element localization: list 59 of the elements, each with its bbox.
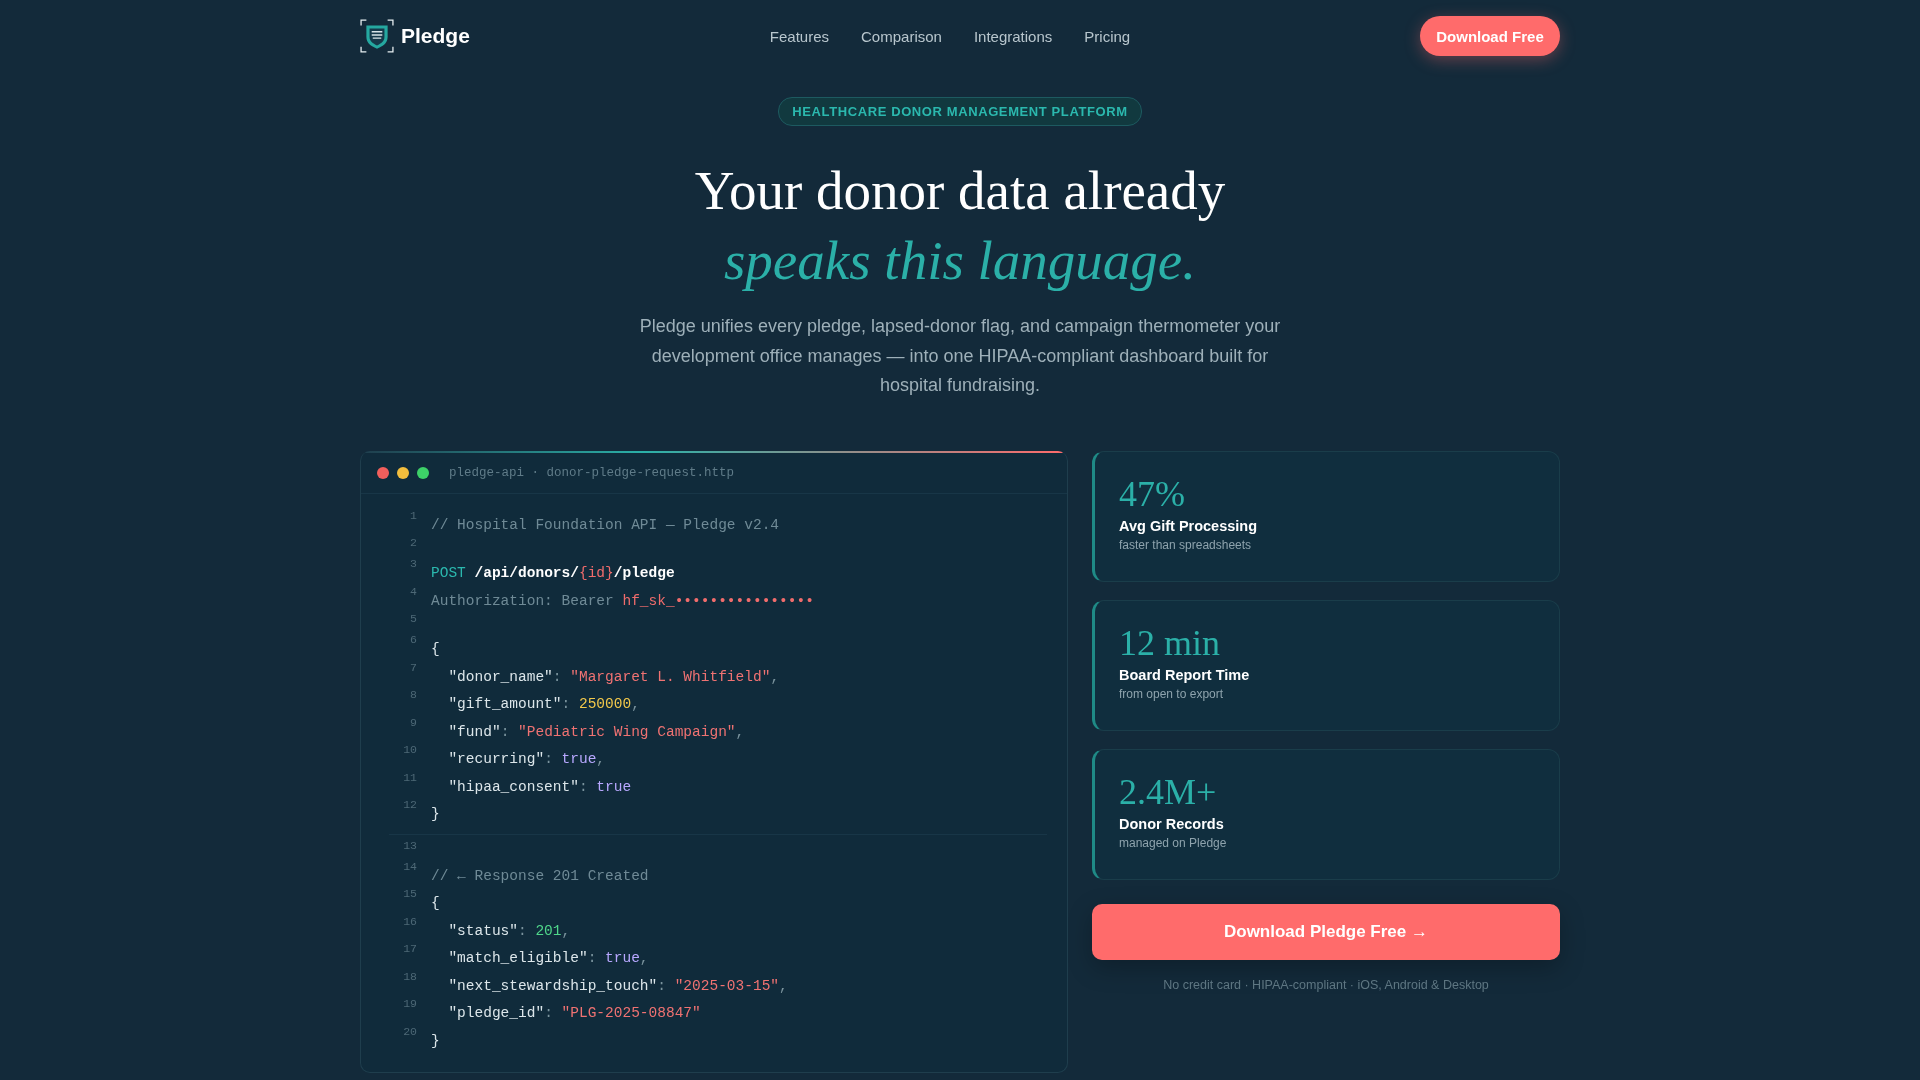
line-number: 20 bbox=[402, 1024, 417, 1038]
line-number: 16 bbox=[402, 914, 417, 928]
line-number: 19 bbox=[402, 997, 417, 1010]
close-dot-icon bbox=[377, 466, 389, 479]
line-number: 15 bbox=[402, 887, 417, 900]
line-number: 17 bbox=[402, 942, 417, 955]
line-number: 10 bbox=[402, 743, 417, 756]
cta-note: No credit card · HIPAA-compliant · iOS, Android & Desktop bbox=[1163, 977, 1489, 992]
stat-value: 12 min bbox=[1119, 622, 1221, 663]
stat-caption: faster than spreadsheets bbox=[1119, 537, 1253, 552]
code-line: "recurring": true, bbox=[447, 750, 606, 769]
line-number: 14 bbox=[402, 859, 417, 873]
hero-description: Pledge unifies every pledge, lapsed-donor flag, and campaign thermometer your development office manages — into one HIPAA-compliant dashboard built for hospital fundraising. bbox=[638, 315, 1282, 397]
code-line: POST /api/donors/{id}/pledge bbox=[431, 564, 675, 583]
nav-link[interactable]: Pricing bbox=[1084, 27, 1131, 45]
file-name: pledge-api · donor-pledge-request.http bbox=[449, 465, 735, 480]
line-number: 2 bbox=[409, 536, 417, 549]
line-number: 18 bbox=[402, 969, 417, 983]
brand-name[interactable]: Pledge bbox=[401, 24, 470, 48]
nav-link[interactable]: Comparison bbox=[861, 27, 942, 45]
hero-title-accent: speaks this language. bbox=[723, 229, 1196, 293]
line-number: 5 bbox=[409, 612, 417, 625]
code-line: { bbox=[431, 640, 440, 659]
code-line: "donor_name": "Margaret L. Whitfield", bbox=[447, 667, 780, 687]
code-line: { bbox=[431, 894, 440, 913]
category-badge: HEALTHCARE DONOR MANAGEMENT PLATFORM bbox=[778, 97, 1142, 126]
stat-caption: managed on Pledge bbox=[1119, 835, 1228, 850]
maximize-dot-icon bbox=[417, 466, 429, 479]
line-number: 9 bbox=[409, 715, 417, 729]
code-line: } bbox=[431, 805, 440, 824]
line-number: 7 bbox=[409, 660, 417, 674]
code-line: "hipaa_consent": true bbox=[447, 777, 632, 797]
code-line: "gift_amount": 250000, bbox=[447, 695, 640, 714]
stat-caption: from open to export bbox=[1119, 686, 1225, 701]
code-line: "fund": "Pediatric Wing Campaign", bbox=[447, 722, 745, 742]
code-line: "status": 201, bbox=[447, 921, 571, 941]
stat-label: Board Report Time bbox=[1119, 666, 1251, 683]
stat-label: Donor Records bbox=[1119, 815, 1225, 832]
code-line: } bbox=[431, 1031, 440, 1051]
shield-logo-icon bbox=[360, 19, 394, 53]
stat-value: 2.4M+ bbox=[1119, 771, 1218, 812]
code-line: Authorization: Bearer hf_sk_•••••••••••••••• bbox=[431, 591, 814, 611]
nav-link[interactable]: Integrations bbox=[973, 27, 1053, 45]
nav-link[interactable]: Features bbox=[769, 27, 830, 45]
stat-label: Avg Gift Processing bbox=[1119, 517, 1259, 534]
code-line: "match_eligible": true, bbox=[447, 949, 649, 968]
code-line: // ← Response 201 Created bbox=[431, 866, 649, 886]
line-number: 8 bbox=[409, 688, 417, 701]
stat-value: 47% bbox=[1119, 473, 1186, 514]
line-number: 3 bbox=[409, 557, 417, 570]
line-number: 6 bbox=[409, 633, 417, 646]
minimize-dot-icon bbox=[397, 466, 409, 479]
line-number: 4 bbox=[409, 584, 417, 598]
code-line: "pledge_id": "PLG-2025-08847" bbox=[447, 1004, 701, 1023]
line-number: 12 bbox=[402, 798, 417, 811]
code-line: "next_stewardship_touch": "2025-03-15", bbox=[447, 976, 788, 996]
code-line: // Hospital Foundation API — Pledge v2.4 bbox=[431, 515, 780, 535]
hero-title: Your donor data already bbox=[694, 159, 1226, 223]
line-number: 13 bbox=[402, 838, 417, 852]
